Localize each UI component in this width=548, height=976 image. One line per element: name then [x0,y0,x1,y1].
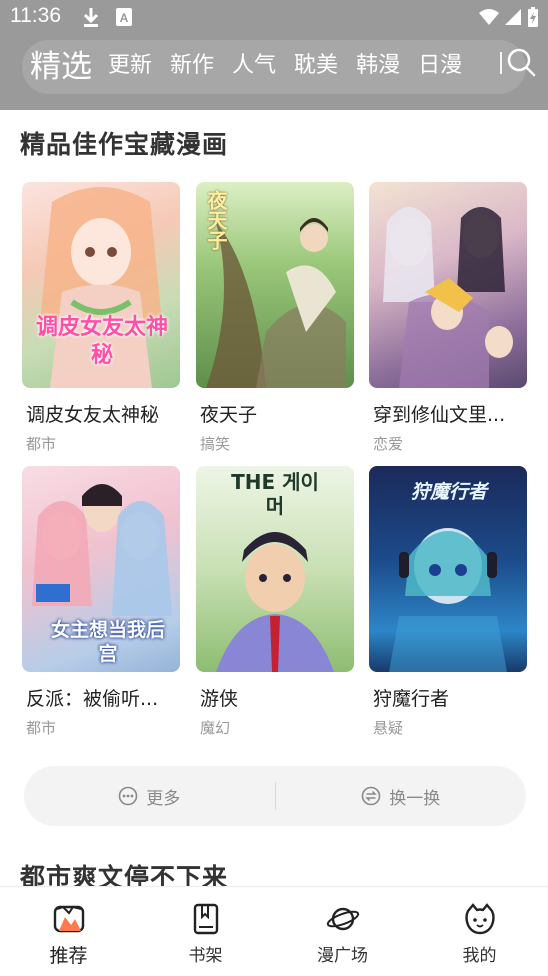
top-header: 11:36 A 精选 更新 新作 人气 耽美 韩漫 日漫 [0,0,548,110]
bottom-nav-plaza[interactable]: 漫广场 [274,887,411,976]
more-dots-icon [118,786,138,806]
wifi-icon [479,9,499,25]
comic-title[interactable]: 穿到修仙文里... [373,400,527,427]
refresh-button[interactable]: 换一换 [276,784,527,809]
comic-tag: 恋爱 [373,435,404,453]
battery-icon [528,7,538,27]
swap-icon [361,786,381,806]
tab-popular[interactable]: 人气 [232,47,276,79]
section-title: 精品佳作宝藏漫画 [20,125,229,161]
comic-card[interactable]: 调皮女友太神秘 调皮女友太神秘 都市 [22,182,180,454]
comic-tag: 都市 [26,719,57,737]
comic-cover[interactable]: 调皮女友太神秘 [22,182,180,388]
cover-title-text: 调皮女友太神秘 [36,315,169,368]
comic-cover[interactable]: THE 게이머 [196,466,354,672]
comic-tag: 都市 [26,435,57,453]
tab-featured[interactable]: 精选 [30,41,92,86]
comic-cover[interactable]: 狩魔行者 [369,466,527,672]
bookshelf-icon [193,903,218,935]
tab-bl[interactable]: 耽美 [294,47,338,79]
comic-cover[interactable]: 女主想当我后宫 [22,466,180,672]
recommend-icon [53,905,84,933]
bottom-nav-label: 漫广场 [317,946,368,966]
bottom-nav-profile[interactable]: 我的 [411,887,548,976]
comic-title[interactable]: 反派：被偷听... [26,684,180,711]
tab-japanese[interactable]: 日漫 [418,47,462,79]
cat-face-icon [464,903,495,935]
tab-updates[interactable]: 更新 [108,47,152,79]
more-label: 更多 [146,788,181,809]
tab-korean[interactable]: 韩漫 [356,47,400,79]
a-badge-icon: A [116,8,132,26]
cover-title-text: 女主想当我后宫 [50,619,165,665]
category-tabs: 精选 更新 新作 人气 耽美 韩漫 日漫 [0,38,548,88]
comic-title[interactable]: 夜天子 [200,400,354,427]
comic-card[interactable]: 狩魔行者 狩魔行者 悬疑 [369,466,527,738]
comic-cover[interactable] [369,182,527,388]
more-button[interactable]: 更多 [24,784,275,809]
signal-icon [505,9,521,25]
bottom-nav-label: 推荐 [49,945,88,967]
comic-card[interactable]: 女主想当我后宫 反派：被偷听... 都市 [22,466,180,738]
bottom-nav-label: 书架 [188,946,223,966]
planet-icon [326,907,359,931]
comic-title[interactable]: 调皮女友太神秘 [26,400,180,427]
comic-title[interactable]: 狩魔行者 [373,684,527,711]
comic-tag: 悬疑 [373,719,404,737]
refresh-label: 换一换 [389,788,441,809]
comic-tag: 搞笑 [200,435,231,453]
svg-text:A: A [120,11,129,25]
comic-tag: 魔幻 [200,719,231,737]
section-actions: 更多 换一换 [24,766,526,826]
cover-illustration [383,207,513,388]
bottom-nav-bookshelf[interactable]: 书架 [137,887,274,976]
cover-title-text: 夜天子 [204,190,228,250]
comic-card[interactable]: 夜天子 夜天子 搞笑 [196,182,354,454]
comic-title[interactable]: 游侠 [200,684,354,711]
comic-cover[interactable]: 夜天子 [196,182,354,388]
status-bar: 11:36 A [0,0,548,34]
cover-title-text: THE 게이머 [231,470,319,518]
comic-card[interactable]: THE 게이머 游侠 魔幻 [196,466,354,738]
bottom-navigation: 推荐 书架 漫广场 我的 [0,886,548,976]
comic-card[interactable]: 穿到修仙文里... 恋爱 [369,182,527,454]
status-time: 11:36 [10,4,61,27]
download-icon [83,8,99,27]
tabs-divider [500,52,502,74]
tab-new[interactable]: 新作 [170,47,214,79]
bottom-nav-label: 我的 [462,946,497,966]
cover-title-text: 狩魔行者 [410,481,487,503]
search-icon[interactable] [506,47,536,77]
bottom-nav-recommend[interactable]: 推荐 [0,887,137,976]
